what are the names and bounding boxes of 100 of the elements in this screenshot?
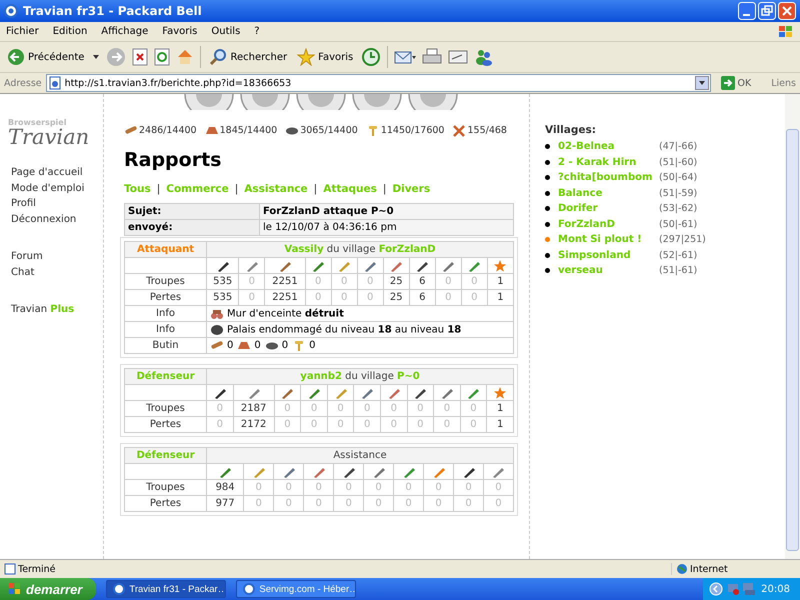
menu-item[interactable]: Affichage	[101, 26, 148, 37]
role-label: Défenseur	[124, 448, 206, 464]
menu-item[interactable]: Fichier	[6, 26, 39, 37]
troop-count: 0	[434, 400, 460, 416]
printer-icon[interactable]	[422, 48, 442, 66]
troop-count: 6	[409, 274, 436, 290]
troop-count: 0	[357, 274, 384, 290]
menu-item[interactable]: Outils	[211, 26, 240, 37]
troop-count: 0	[380, 400, 408, 416]
troop-count: 0	[238, 290, 265, 306]
start-button[interactable]: demarrer	[0, 578, 96, 600]
troop-count: 0	[434, 416, 460, 432]
row-label: Pertes	[124, 496, 206, 512]
loot-amount: 0	[227, 340, 234, 351]
troop-count: 0	[305, 290, 332, 306]
troop-count: 0	[435, 274, 462, 290]
favorites-button[interactable]: Favoris	[295, 48, 356, 66]
village-coordinates: (297|251)	[659, 234, 706, 246]
windows-logo-icon	[778, 24, 794, 38]
troop-count: 0	[206, 416, 234, 432]
field-label: Sujet:	[124, 204, 260, 220]
nav-link[interactable]: Travian Plus	[11, 302, 103, 318]
nav-link[interactable]: Déconnexion	[11, 212, 103, 227]
section-title: Vassily du village ForZzlanD	[206, 242, 514, 258]
scrollbar-thumb[interactable]	[786, 129, 799, 551]
row-label: Butin	[124, 338, 206, 354]
round-nav-icon[interactable]	[352, 94, 402, 110]
brick-icon	[204, 124, 219, 137]
troop-count: 0	[460, 416, 487, 432]
troop-count: 0	[327, 400, 354, 416]
status-text: Terminé	[4, 563, 56, 575]
globe-icon	[676, 563, 688, 575]
nav-link[interactable]: Chat	[11, 264, 103, 280]
troop-count: 2251	[264, 274, 306, 290]
address-field[interactable]: http://s1.travian3.fr/berichte.php?id=18366653	[46, 74, 711, 92]
troop-count: 1	[486, 416, 514, 432]
row-label: Pertes	[124, 416, 206, 432]
restore-icon[interactable]	[758, 2, 776, 20]
messenger-icon[interactable]	[474, 48, 494, 66]
troop-count: 0	[424, 496, 454, 512]
troop-count: 25	[383, 274, 410, 290]
taskbar-button[interactable]: Travian fr31 - Packar…	[106, 580, 226, 598]
go-button[interactable]: OK	[714, 75, 758, 91]
row-label: Troupes	[124, 480, 206, 496]
menu-item[interactable]: Favoris	[162, 26, 198, 37]
village-coordinates: (51|-61)	[659, 265, 698, 276]
troop-count: 0	[461, 290, 488, 306]
links-button[interactable]: Liens	[761, 78, 796, 88]
troop-count: 0	[407, 416, 434, 432]
round-nav-icon[interactable]	[184, 94, 234, 110]
village-coordinates: (50|-64)	[659, 172, 698, 184]
village-coordinates: (51|-59)	[659, 188, 698, 199]
troop-count: 977	[206, 496, 244, 512]
round-nav-icon[interactable]	[408, 94, 458, 110]
separator: |	[156, 183, 160, 195]
round-nav-icon[interactable]	[296, 94, 346, 110]
troop-count: 0	[206, 400, 234, 416]
nav-link[interactable]: Forum	[11, 249, 103, 264]
troop-count: 0	[300, 416, 328, 432]
menu-item[interactable]: Edition	[52, 26, 88, 37]
brick-icon	[237, 339, 252, 352]
chevron-icon[interactable]	[709, 582, 724, 596]
close-icon[interactable]	[778, 2, 796, 20]
taskbar-button[interactable]: Servimg.com - Héber…	[236, 580, 356, 598]
troop-count: 1	[487, 274, 514, 290]
back-button[interactable]: Précédente	[5, 48, 86, 66]
separator: |	[314, 183, 318, 195]
nav-link[interactable]: Mode d'emploi	[11, 180, 103, 196]
section-title: yannb2 du village P~0	[206, 368, 514, 384]
history-icon[interactable]	[361, 47, 382, 67]
home-icon[interactable]	[176, 48, 194, 66]
troop-count: 0	[334, 496, 364, 512]
troop-count: 25	[383, 290, 410, 306]
troop-count: 2251	[264, 290, 306, 306]
role-label: Attaquant	[124, 242, 206, 258]
scrollbar[interactable]	[785, 94, 800, 559]
menu-item[interactable]: ?	[254, 26, 260, 37]
nav-link[interactable]: Page d'accueil	[11, 165, 103, 180]
troop-count: 0	[407, 400, 434, 416]
edit-icon[interactable]	[448, 48, 468, 66]
star-icon	[493, 258, 508, 272]
minimize-icon[interactable]	[738, 2, 756, 20]
troop-count: 0	[461, 274, 488, 290]
address-label: Adresse	[4, 78, 42, 88]
dropdown-arrow-icon[interactable]	[92, 54, 100, 60]
troop-count: 0	[454, 480, 484, 496]
round-nav-icon[interactable]	[240, 94, 290, 110]
troop-count: 0	[334, 480, 364, 496]
separator: |	[234, 183, 238, 195]
troop-count: 2172	[233, 416, 274, 432]
stop-icon[interactable]	[132, 48, 148, 66]
resource-amount: 11450/17600	[380, 125, 444, 136]
nav-link[interactable]: Profil	[11, 196, 103, 212]
search-button[interactable]: Rechercher	[207, 48, 290, 66]
role-label: Défenseur	[124, 368, 206, 384]
browser-icon	[113, 583, 126, 595]
subject-text: ForZzlanD attaque P~0	[260, 204, 514, 220]
troop-count: 0	[327, 416, 354, 432]
troop-count: 0	[244, 496, 274, 512]
troop-count: 0	[331, 274, 358, 290]
